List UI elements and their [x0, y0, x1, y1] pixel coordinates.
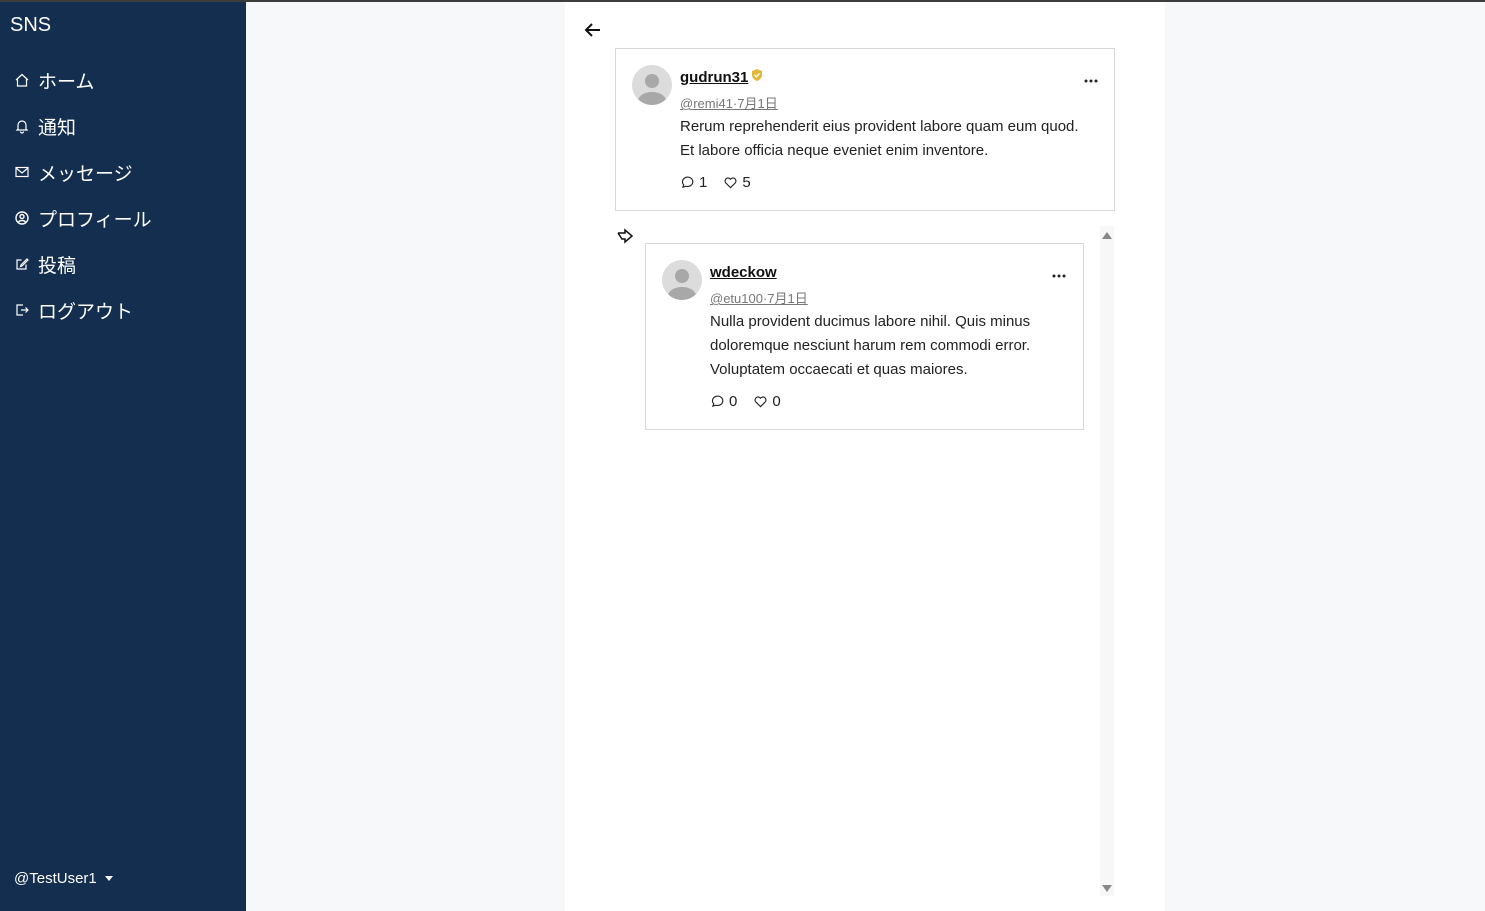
app-brand[interactable]: SNS [10, 14, 51, 37]
sidebar-item-profile[interactable]: プロフィール [0, 195, 246, 241]
reply-scrollbar[interactable] [1100, 226, 1114, 896]
sidebar-item-home[interactable]: ホーム [0, 57, 246, 103]
comment-icon [711, 395, 724, 408]
user-menu-dropdown[interactable]: @TestUser1 [14, 870, 113, 887]
sidebar-item-label: 投稿 [38, 255, 77, 277]
sidebar: SNS ホーム 通知 メッセージ プロフィール 投稿 ログアウト @TestUs… [0, 2, 246, 911]
post-body: Rerum reprehenderit eius provident labor… [680, 118, 1079, 159]
sidebar-item-notifications[interactable]: 通知 [0, 103, 246, 149]
caret-down-icon [104, 876, 113, 881]
main-thread-panel: gudrun31 @remi41·7月1日 Rerum reprehenderi… [565, 2, 1165, 911]
post-card-reply[interactable]: wdeckow @etu100·7月1日 Nulla provident duc… [645, 243, 1084, 430]
reply-button[interactable]: 0 [710, 393, 737, 410]
verified-badge-icon [750, 68, 764, 82]
person-circle-icon [14, 210, 30, 226]
like-count: 5 [742, 174, 751, 191]
reply-button[interactable]: 1 [680, 174, 707, 191]
heart-icon [724, 177, 737, 189]
envelope-icon [14, 164, 30, 180]
bell-icon [14, 118, 30, 134]
sidebar-item-label: プロフィール [38, 209, 152, 231]
post-card-main[interactable]: gudrun31 @remi41·7月1日 Rerum reprehenderi… [615, 48, 1115, 211]
like-count: 0 [772, 393, 781, 410]
like-button[interactable]: 0 [753, 393, 781, 410]
current-user-handle: @TestUser1 [14, 870, 97, 887]
sidebar-item-label: 通知 [38, 117, 77, 139]
scroll-down-arrow-icon[interactable] [1102, 885, 1112, 892]
sidebar-item-label: ログアウト [38, 301, 134, 323]
reply-arrow-icon [615, 228, 635, 248]
post-meta[interactable]: @etu100·7月1日 [710, 288, 808, 307]
post-username[interactable]: gudrun31 [680, 69, 748, 86]
back-arrow-icon[interactable] [583, 20, 603, 40]
post-actions: 1 5 [680, 174, 767, 191]
heart-icon [754, 396, 767, 408]
like-button[interactable]: 5 [723, 174, 751, 191]
logout-icon [14, 302, 30, 318]
sidebar-item-label: メッセージ [38, 163, 133, 185]
comment-icon [681, 176, 694, 189]
pencil-square-icon [14, 256, 30, 272]
post-actions: 0 0 [710, 393, 797, 410]
scroll-up-arrow-icon[interactable] [1102, 232, 1112, 239]
sidebar-item-label: ホーム [38, 71, 95, 93]
post-meta[interactable]: @remi41·7月1日 [680, 93, 778, 112]
more-options-icon[interactable] [1083, 72, 1099, 83]
home-icon [14, 72, 30, 88]
sidebar-item-post[interactable]: 投稿 [0, 241, 246, 287]
sidebar-item-logout[interactable]: ログアウト [0, 287, 246, 333]
reply-count: 0 [729, 393, 738, 410]
sidebar-item-messages[interactable]: メッセージ [0, 149, 246, 195]
avatar[interactable] [662, 260, 702, 300]
sidebar-nav: ホーム 通知 メッセージ プロフィール 投稿 ログアウト [0, 57, 246, 333]
more-options-icon[interactable] [1051, 267, 1067, 278]
avatar[interactable] [632, 65, 672, 105]
post-username[interactable]: wdeckow [710, 264, 777, 281]
reply-count: 1 [699, 174, 708, 191]
post-body: Nulla provident ducimus labore nihil. Qu… [710, 313, 1031, 378]
